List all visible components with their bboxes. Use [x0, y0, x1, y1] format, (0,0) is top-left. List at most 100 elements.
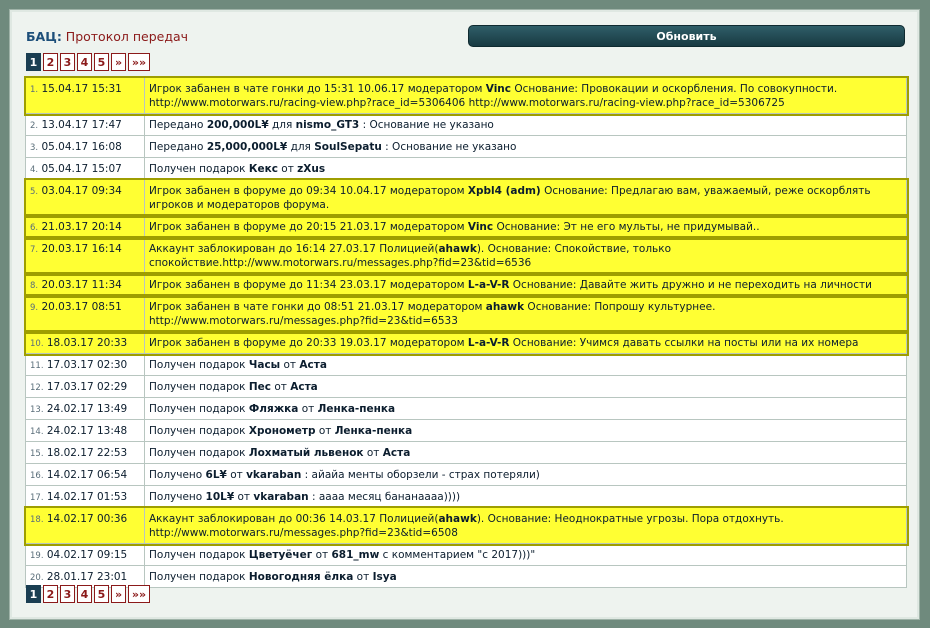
row-date: 14.02.17 06:54	[46, 469, 128, 481]
last-page-link[interactable]: »»	[128, 585, 150, 603]
row-highlight-text: Пес	[248, 381, 272, 393]
row-date-cell: 17. 14.02.17 01:53	[25, 485, 145, 508]
row-highlight-text: Фляжка	[248, 403, 299, 415]
row-date: 14.02.17 01:53	[46, 491, 128, 503]
next-page-link[interactable]: »	[111, 53, 126, 71]
page-1-link[interactable]: 1	[26, 53, 41, 71]
row-text: Получен подарок	[149, 425, 249, 437]
row-number: 12.	[30, 383, 44, 393]
row-text: : айайа менты оборзели - страх потеряли)	[301, 469, 540, 481]
page-2-link[interactable]: 2	[43, 585, 58, 603]
row-date-cell: 19. 04.02.17 09:15	[25, 543, 145, 566]
row-text: от	[363, 447, 383, 459]
row-date: 05.04.17 15:07	[41, 163, 122, 175]
table-row: 1. 15.04.17 15:31 Игрок забанен в чате го…	[23, 75, 909, 116]
row-number: 6.	[30, 223, 39, 233]
page-4-link[interactable]: 4	[77, 53, 92, 71]
row-text: Игрок забанен в форуме до 11:34 23.03.17…	[149, 279, 468, 291]
row-text: от	[280, 359, 300, 371]
row-event-cell: Получено 10L¥ от vkaraban : аааа месяц б…	[144, 485, 907, 508]
row-highlight-text: Кекс	[248, 163, 278, 175]
row-text: от	[298, 403, 318, 415]
transfer-log-table: 1. 15.04.17 15:31 Игрок забанен в чате го…	[23, 75, 909, 588]
last-page-link[interactable]: »»	[128, 53, 150, 71]
table-row: 10. 18.03.17 20:33 Игрок забанен в форуме…	[23, 329, 909, 356]
row-highlight-text: 200,000L¥	[206, 119, 269, 131]
page-title: БАЦ: Протокол передач	[26, 29, 188, 44]
row-date: 05.04.17 16:08	[41, 141, 122, 153]
row-highlight-text: Ленка-пенка	[334, 425, 413, 437]
row-event-cell: Получен подарок Кекс от zXus	[144, 157, 907, 180]
row-text: Получен подарок	[149, 359, 249, 371]
row-date: 20.03.17 11:34	[41, 279, 122, 291]
page-5-link[interactable]: 5	[94, 585, 109, 603]
table-row: 8. 20.03.17 11:34 Игрок забанен в форуме …	[23, 271, 909, 298]
row-text: Получен подарок	[149, 571, 249, 583]
page-5-link[interactable]: 5	[94, 53, 109, 71]
row-highlight-text: Vinc	[467, 221, 494, 233]
row-number: 10.	[30, 339, 44, 349]
row-number: 20.	[30, 573, 44, 583]
row-date: 13.04.17 17:47	[41, 119, 122, 131]
row-number: 2.	[30, 121, 39, 131]
row-date: 04.02.17 09:15	[46, 549, 128, 561]
row-date-cell: 14. 24.02.17 13:48	[25, 419, 145, 442]
row-date: 24.02.17 13:48	[46, 425, 128, 437]
page-3-link[interactable]: 3	[60, 585, 75, 603]
row-date: 17.03.17 02:29	[46, 381, 128, 393]
row-event-cell: Получен подарок Часы от Аста	[144, 353, 907, 376]
row-date: 21.03.17 20:14	[41, 221, 122, 233]
row-date: 18.03.17 20:33	[46, 337, 128, 349]
row-highlight-text: Isya	[372, 571, 397, 583]
row-highlight-text: Аста	[290, 381, 318, 393]
row-text: Получен подарок	[149, 163, 249, 175]
row-text: Основание: Эт не его мульты, не придумыв…	[493, 221, 760, 233]
row-date: 15.04.17 15:31	[41, 83, 122, 95]
row-date-cell: 8. 20.03.17 11:34	[25, 273, 145, 296]
row-highlight-text: Xpbl4 (adm)	[467, 185, 541, 197]
row-date-cell: 12. 17.03.17 02:29	[25, 375, 145, 398]
row-date-cell: 15. 18.02.17 22:53	[25, 441, 145, 464]
page-3-link[interactable]: 3	[60, 53, 75, 71]
row-text: : Основание не указано	[359, 119, 494, 131]
table-row: 13. 24.02.17 13:49 Получен подарок Фляжка…	[25, 397, 907, 420]
row-text: от	[271, 381, 291, 393]
row-text: Игрок забанен в форуме до 20:33 19.03.17…	[149, 337, 468, 349]
row-text: Аккаунт заблокирован до 00:36 14.03.17 П…	[149, 513, 439, 525]
row-highlight-text: 10L¥	[205, 491, 235, 503]
row-text: Получен подарок	[149, 381, 249, 393]
row-event-cell: Игрок забанен в форуме до 20:33 19.03.17…	[144, 331, 907, 354]
row-highlight-text: ahawk	[438, 243, 477, 255]
row-highlight-text: L-a-V-R	[467, 337, 510, 349]
row-number: 5.	[30, 187, 39, 197]
row-text: от	[353, 571, 373, 583]
row-text: Основание: Учимся давать ссылки на посты…	[509, 337, 859, 349]
row-date-cell: 18. 14.02.17 00:36	[25, 507, 145, 544]
row-event-cell: Игрок забанен в форуме до 09:34 10.04.17…	[144, 179, 907, 216]
row-text: Игрок забанен в чате гонки до 08:51 21.0…	[149, 301, 486, 313]
row-number: 1.	[30, 85, 39, 95]
row-number: 8.	[30, 281, 39, 291]
row-number: 16.	[30, 471, 44, 481]
row-highlight-text: Новогодняя ёлка	[248, 571, 354, 583]
next-page-link[interactable]: »	[111, 585, 126, 603]
row-highlight-text: vkaraban	[253, 491, 309, 503]
row-date-cell: 16. 14.02.17 06:54	[25, 463, 145, 486]
refresh-button[interactable]: Обновить	[468, 25, 905, 47]
row-text: : аааа месяц бананаааа))))	[308, 491, 461, 503]
page-2-link[interactable]: 2	[43, 53, 58, 71]
row-date-cell: 2. 13.04.17 17:47	[25, 113, 145, 136]
row-highlight-text: 681_mw	[331, 549, 380, 561]
row-text: Получено	[149, 469, 206, 481]
row-text: Получен подарок	[149, 447, 249, 459]
row-number: 3.	[30, 143, 39, 153]
row-date-cell: 4. 05.04.17 15:07	[25, 157, 145, 180]
row-event-cell: Аккаунт заблокирован до 16:14 27.03.17 П…	[144, 237, 907, 274]
page-4-link[interactable]: 4	[77, 585, 92, 603]
title-text: Протокол передач	[65, 29, 189, 44]
page-1-link[interactable]: 1	[26, 585, 41, 603]
row-highlight-text: Vinc	[485, 83, 511, 95]
table-row: 16. 14.02.17 06:54 Получено 6L¥ от vkarab…	[25, 463, 907, 486]
table-row: 12. 17.03.17 02:29 Получен подарок Пес от…	[25, 375, 907, 398]
row-highlight-text: Лохматый львенок	[248, 447, 364, 459]
